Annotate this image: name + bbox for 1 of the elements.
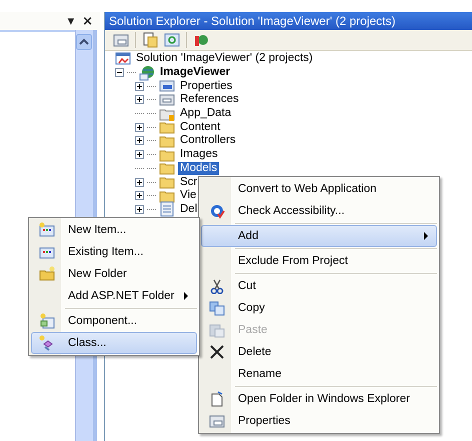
window-title: Solution Explorer - Solution 'ImageViewer' (2 projects) [105, 12, 472, 30]
